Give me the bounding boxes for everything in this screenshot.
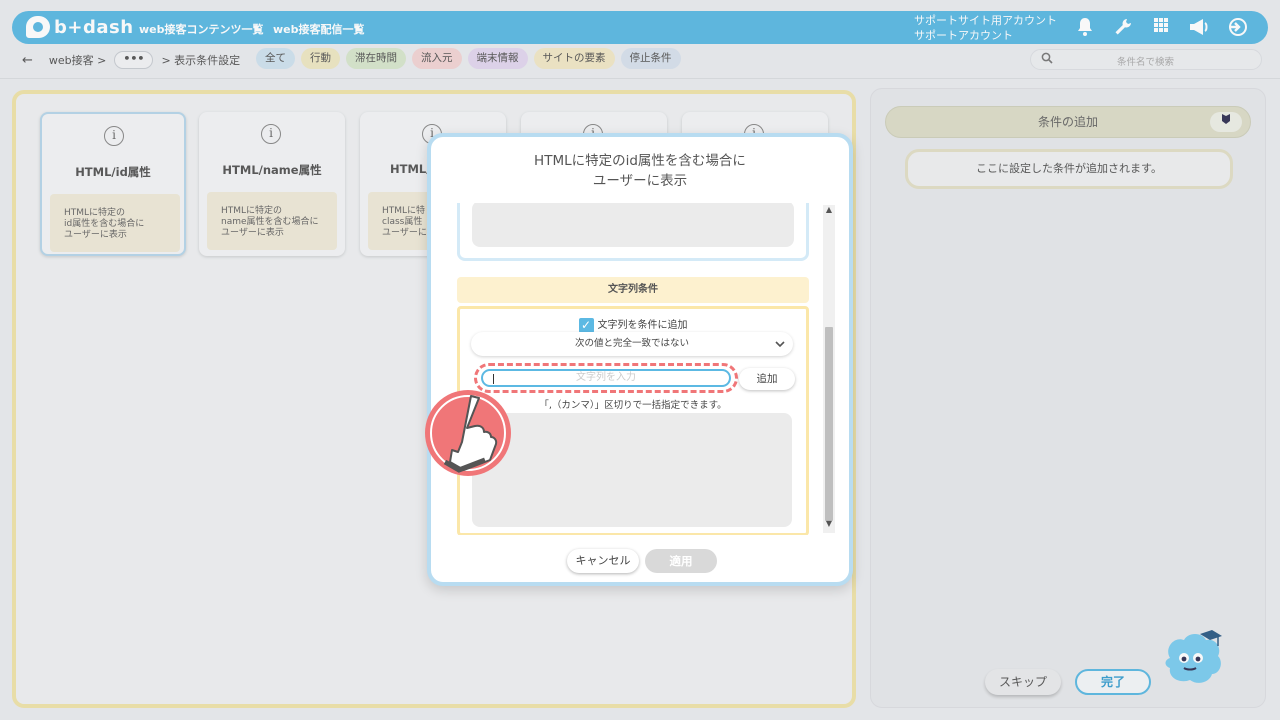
string-condition-header: 文字列条件 [457, 277, 809, 303]
add-string-condition-row[interactable]: ✓ 文字列を条件に追加 [460, 316, 806, 333]
modal-scrollbar[interactable]: ▲ ▼ [823, 205, 835, 533]
modal-title-line: HTMLに特定のid属性を含む場合に [534, 153, 746, 169]
cancel-button[interactable]: キャンセル [567, 549, 639, 573]
previous-section-textarea[interactable] [472, 203, 794, 247]
tutorial-hand-pointer-icon [423, 386, 513, 480]
match-type-select[interactable]: 次の値と完全一致ではない [471, 332, 793, 356]
add-string-button[interactable]: 追加 [739, 368, 795, 390]
modal-scroll-area[interactable]: 文字列条件 ✓ 文字列を条件に追加 次の値と完全一致ではない 文字列を入力 追加 … [457, 203, 837, 535]
checkbox-checked[interactable]: ✓ [578, 317, 594, 333]
text-caret [493, 374, 494, 384]
scroll-up-arrow-icon[interactable]: ▲ [823, 205, 835, 219]
chevron-down-icon [775, 332, 785, 365]
string-input[interactable]: 文字列を入力 [481, 369, 731, 387]
previous-section-box [457, 203, 809, 261]
modal-title: HTMLに特定のid属性を含む場合に ユーザーに表示 [431, 151, 849, 191]
string-input-placeholder: 文字列を入力 [576, 372, 636, 383]
modal-title-line: ユーザーに表示 [592, 173, 688, 189]
highlight-ring: 文字列を入力 [474, 363, 738, 393]
added-strings-list[interactable] [472, 413, 792, 527]
checkbox-label: 文字列を条件に追加 [597, 320, 688, 331]
match-type-value: 次の値と完全一致ではない [574, 338, 689, 349]
scroll-down-arrow-icon[interactable]: ▼ [823, 519, 835, 533]
condition-settings-modal: HTMLに特定のid属性を含む場合に ユーザーに表示 文字列条件 ✓ 文字列を条件… [427, 133, 853, 586]
scrollbar-thumb[interactable] [825, 327, 833, 521]
apply-button[interactable]: 適用 [645, 549, 717, 573]
